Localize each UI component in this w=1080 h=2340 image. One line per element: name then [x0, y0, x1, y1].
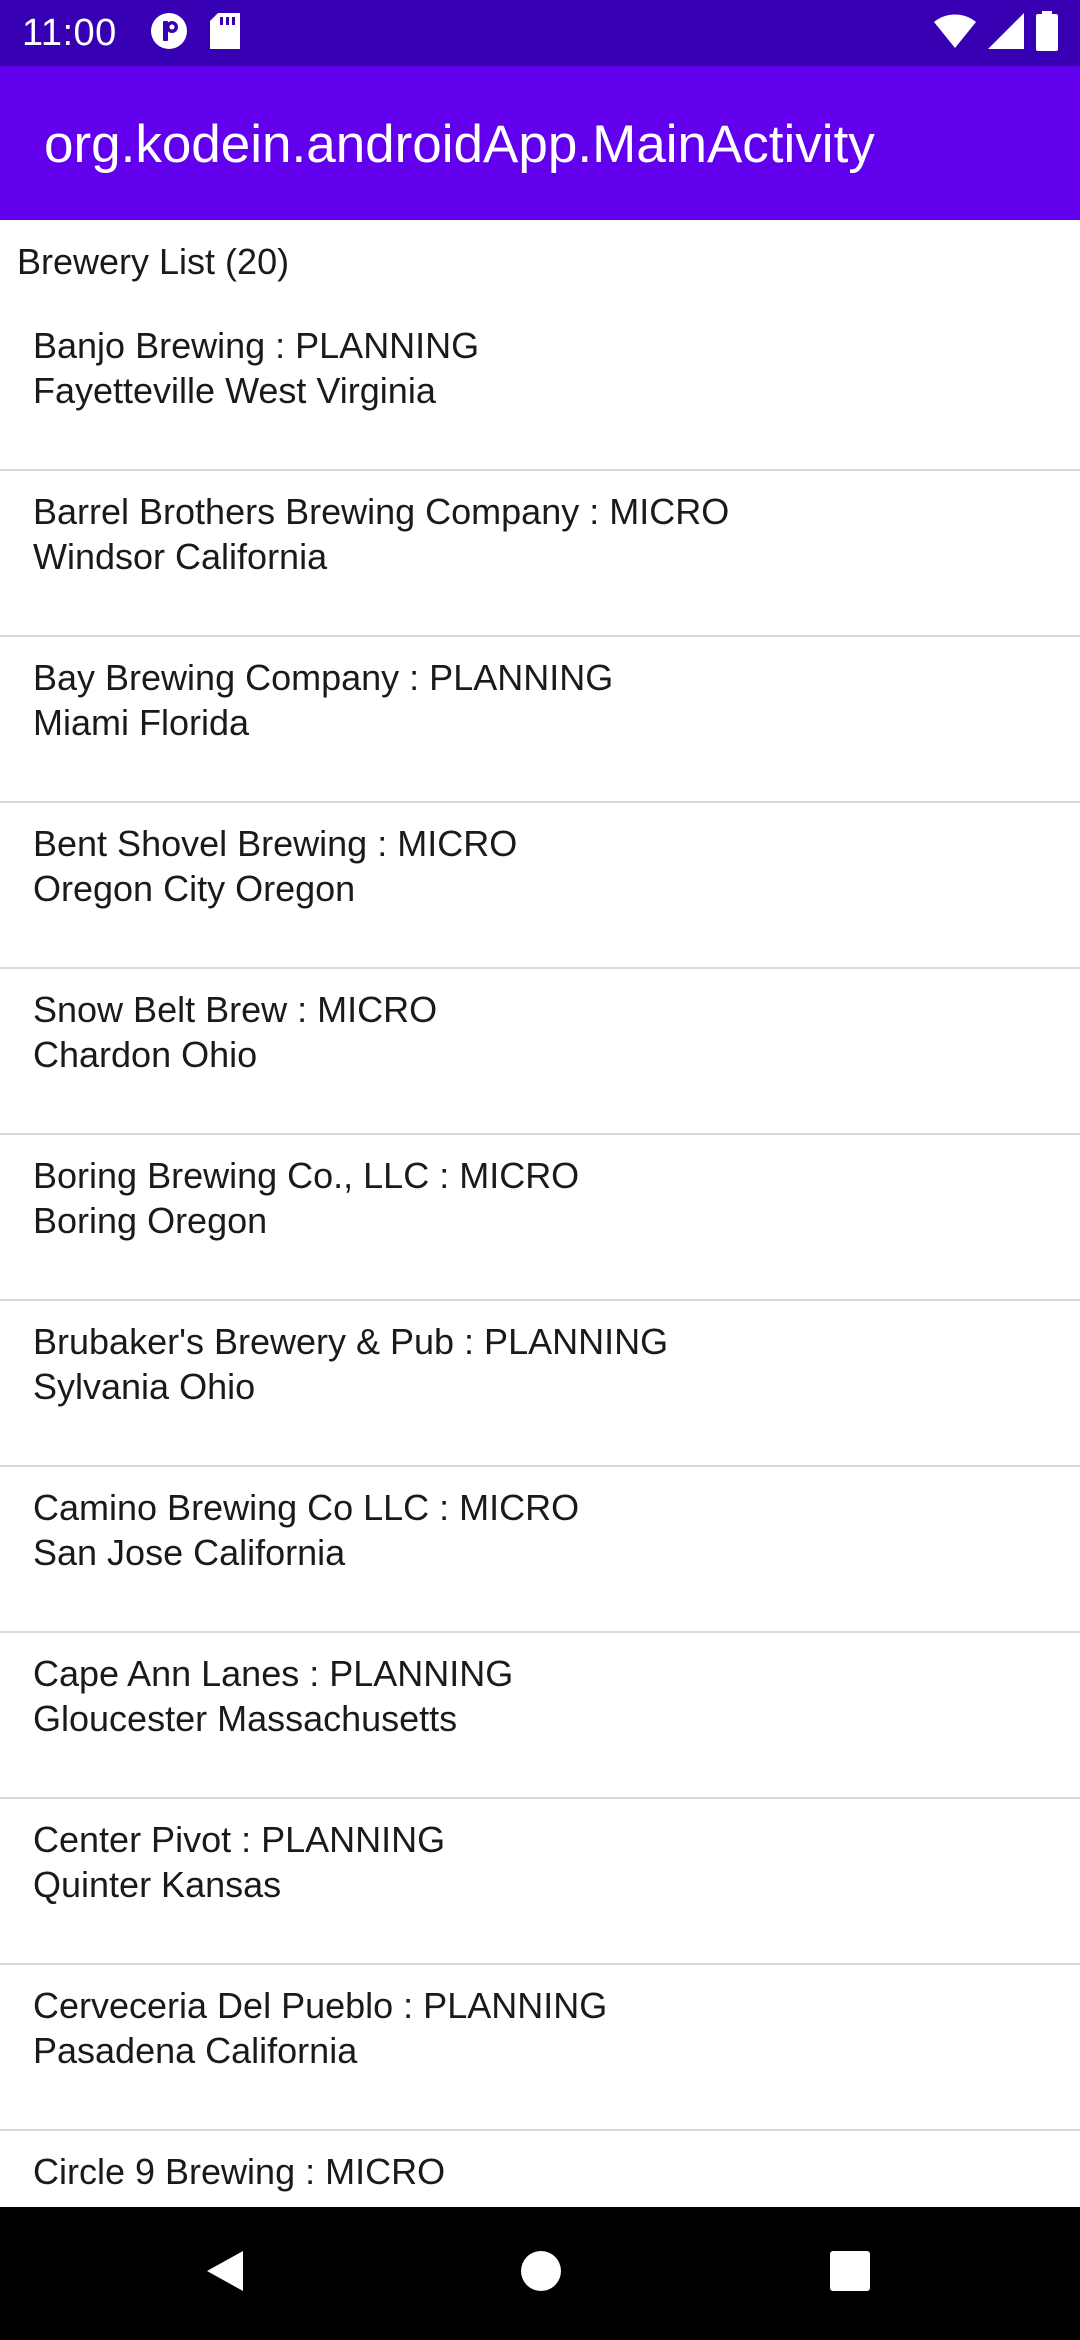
brewery-name-type: Bent Shovel Brewing : MICRO: [33, 823, 518, 864]
list-item[interactable]: Brubaker's Brewery & Pub : PLANNING Sylv…: [0, 1301, 1080, 1467]
brewery-location: Miami Florida: [33, 702, 250, 743]
brewery-name-type: Brubaker's Brewery & Pub : PLANNING: [33, 1321, 669, 1362]
brewery-location: Fayetteville West Virginia: [33, 370, 436, 411]
sync-icon: [150, 12, 188, 55]
brewery-name-type: Camino Brewing Co LLC : MICRO: [33, 1487, 580, 1528]
app-screen: 11:00 org.kodein.androidApp.MainActivity…: [0, 0, 1080, 2340]
app-title: org.kodein.androidApp.MainActivity: [44, 115, 875, 174]
list-item[interactable]: Center Pivot : PLANNING Quinter Kansas: [0, 1799, 1080, 1965]
status-bar: 11:00: [0, 0, 1080, 66]
list-item[interactable]: Cerveceria Del Pueblo : PLANNING Pasaden…: [0, 1965, 1080, 2131]
list-item[interactable]: Banjo Brewing : PLANNING Fayetteville We…: [0, 305, 1080, 471]
brewery-location: Gloucester Massachusetts: [33, 1698, 458, 1739]
battery-icon: [1036, 10, 1058, 56]
brewery-name-type: Cape Ann Lanes : PLANNING: [33, 1653, 514, 1694]
brewery-name-type: Bay Brewing Company : PLANNING: [33, 657, 614, 698]
status-left-icons: [150, 12, 240, 55]
brewery-name-type: Cerveceria Del Pueblo : PLANNING: [33, 1985, 608, 2026]
brewery-name-type: Snow Belt Brew : MICRO: [33, 989, 438, 1030]
brewery-location: Oregon City Oregon: [33, 868, 356, 909]
recents-icon: [829, 2250, 871, 2297]
brewery-name-type: Boring Brewing Co., LLC : MICRO: [33, 1155, 580, 1196]
brewery-location: Pasadena California: [33, 2030, 358, 2071]
list-item[interactable]: Cape Ann Lanes : PLANNING Gloucester Mas…: [0, 1633, 1080, 1799]
brewery-location: Windsor California: [33, 536, 328, 577]
status-right-icons: [934, 10, 1058, 56]
brewery-name-type: Banjo Brewing : PLANNING: [33, 325, 480, 366]
brewery-list[interactable]: Banjo Brewing : PLANNING Fayetteville We…: [0, 305, 1080, 2207]
brewery-location: Sylvania Ohio: [33, 1366, 256, 1407]
brewery-location: San Jose California: [33, 1532, 346, 1573]
wifi-icon: [934, 14, 976, 53]
list-item[interactable]: Circle 9 Brewing : MICRO: [0, 2131, 1080, 2207]
brewery-name-type: Circle 9 Brewing : MICRO: [33, 2151, 446, 2192]
list-item[interactable]: Bay Brewing Company : PLANNING Miami Flo…: [0, 637, 1080, 803]
home-button[interactable]: [511, 2243, 571, 2303]
sd-card-icon: [210, 12, 240, 54]
list-item[interactable]: Snow Belt Brew : MICRO Chardon Ohio: [0, 969, 1080, 1135]
list-header: Brewery List (20): [17, 241, 290, 282]
back-button[interactable]: [195, 2243, 255, 2303]
brewery-name-type: Center Pivot : PLANNING: [33, 1819, 446, 1860]
navigation-bar: [0, 2207, 1080, 2340]
brewery-name-type: Barrel Brothers Brewing Company : MICRO: [33, 491, 730, 532]
home-icon: [520, 2250, 562, 2297]
back-icon: [203, 2247, 247, 2300]
list-item[interactable]: Boring Brewing Co., LLC : MICRO Boring O…: [0, 1135, 1080, 1301]
recents-button[interactable]: [820, 2243, 880, 2303]
brewery-location: Boring Oregon: [33, 1200, 268, 1241]
brewery-list-screen[interactable]: Brewery List (20) Banjo Brewing : PLANNI…: [0, 220, 1080, 2207]
list-item[interactable]: Bent Shovel Brewing : MICRO Oregon City …: [0, 803, 1080, 969]
status-time: 11:00: [22, 12, 117, 54]
brewery-location: Chardon Ohio: [33, 1034, 258, 1075]
brewery-location: Quinter Kansas: [33, 1864, 282, 1905]
app-bar: org.kodein.androidApp.MainActivity: [0, 66, 1080, 220]
list-item[interactable]: Camino Brewing Co LLC : MICRO San Jose C…: [0, 1467, 1080, 1633]
list-item[interactable]: Barrel Brothers Brewing Company : MICRO …: [0, 471, 1080, 637]
cell-signal-icon: [988, 12, 1024, 54]
